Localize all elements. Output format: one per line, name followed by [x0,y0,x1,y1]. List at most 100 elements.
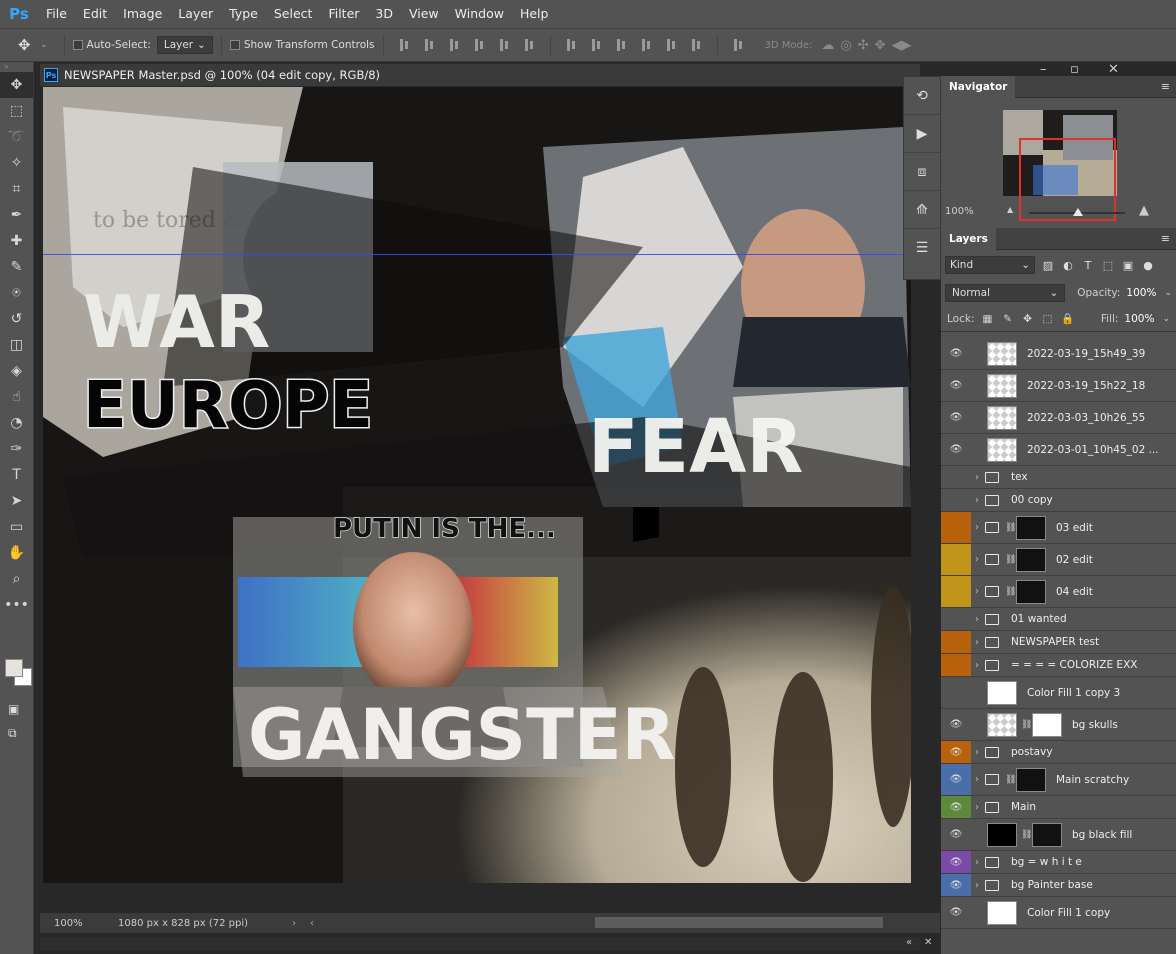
panel-menu-icon[interactable]: ≡ [1161,232,1170,245]
mask-thumbnail[interactable] [1016,579,1046,604]
distribute-bottom-icon[interactable] [614,38,629,52]
visibility-eye-icon[interactable]: 👁 [941,631,971,653]
3d-cube-icon[interactable]: ⧈ [904,153,940,191]
visibility-eye-icon[interactable]: 👁 [941,434,971,465]
menu-layer[interactable]: Layer [170,0,221,28]
layer-row[interactable]: 👁› 01 wanted [941,608,1176,631]
layers-tab[interactable]: Layers [941,227,996,250]
mask-thumbnail[interactable] [1032,712,1062,737]
chevron-right-icon[interactable]: › [971,802,983,813]
dodge-icon[interactable]: ◔ [0,410,33,436]
document-canvas[interactable]: to be tored & on trial WAR EUROPE FEAR P… [43,87,911,883]
filter-pixel-icon[interactable]: ▨ [1041,258,1055,272]
menu-type[interactable]: Type [221,0,266,28]
hand-icon[interactable]: ✋ [0,540,33,566]
lasso-icon[interactable]: ➰ [0,124,33,150]
visibility-eye-icon[interactable]: 👁 [941,512,971,543]
chevron-down-icon[interactable]: ⌄ [1164,288,1172,298]
brush-settings-icon[interactable]: ⟰ [904,191,940,229]
actions-play-icon[interactable]: ▶ [904,115,940,153]
horizontal-guide[interactable] [43,254,911,255]
menu-filter[interactable]: Filter [320,0,367,28]
lock-transparent-icon[interactable]: ▦ [980,312,994,326]
visibility-eye-icon[interactable]: 👁 [941,851,971,873]
filter-adjustment-icon[interactable]: ◐ [1061,258,1075,272]
chevron-right-icon[interactable]: › [971,495,983,506]
chevron-right-icon[interactable]: › [971,472,983,483]
collapse-icon[interactable]: » [0,62,33,72]
brush-icon[interactable]: ✎ [0,254,33,280]
visibility-eye-icon[interactable]: 👁 [941,608,971,630]
visibility-eye-icon[interactable]: 👁 [941,741,971,763]
auto-select-dropdown[interactable]: Layer ⌄ [156,36,213,54]
transform-controls-checkbox[interactable] [229,40,240,50]
rectangle-icon[interactable]: ▭ [0,514,33,540]
scroll-left-icon[interactable]: ‹ [310,918,324,929]
visibility-eye-icon[interactable]: 👁 [941,764,971,795]
filter-kind-dropdown[interactable]: Kind ⌄ [945,256,1035,274]
minimize-icon[interactable]: – [1040,62,1047,77]
mask-thumbnail[interactable] [1032,822,1062,847]
menu-help[interactable]: Help [512,0,557,28]
chevron-right-icon[interactable]: › [971,747,983,758]
layer-row[interactable]: 👁 Color Fill 1 copy [941,897,1176,929]
layer-row[interactable]: 👁 ⛓ bg skulls [941,709,1176,741]
screen-mode-icon[interactable]: ⧉ [8,726,17,741]
marquee-icon[interactable]: ⬚ [0,98,33,124]
maximize-icon[interactable]: ▫ [1070,62,1079,77]
close-icon[interactable]: ✕ [924,937,932,948]
expand-icon[interactable]: « [906,937,912,948]
mask-thumbnail[interactable] [1016,515,1046,540]
link-icon[interactable]: ⛓ [1005,555,1016,565]
horizontal-scrollbar-thumb[interactable] [595,917,883,928]
distribute-top-icon[interactable] [564,38,579,52]
history-brush-icon[interactable]: ↺ [0,306,33,332]
quick-select-icon[interactable]: ✧ [0,150,33,176]
layer-row[interactable]: 👁 Color Fill 1 copy 3 [941,677,1176,709]
healing-icon[interactable]: ✚ [0,228,33,254]
align-hcenter-icon[interactable] [497,38,512,52]
bucket-icon[interactable]: ◈ [0,358,33,384]
link-icon[interactable]: ⛓ [1005,523,1016,533]
scale-3d-icon[interactable]: ◀▶ [892,38,912,53]
distribute-vcenter-icon[interactable] [589,38,604,52]
navigator-tab[interactable]: Navigator [941,75,1016,98]
layer-row[interactable]: 👁› tex [941,466,1176,489]
layer-row[interactable]: 👁 › ⛓ Main scratchy [941,764,1176,796]
chevron-right-icon[interactable]: › [971,774,983,785]
quick-mask-icon[interactable]: ▣ [8,702,19,716]
menu-edit[interactable]: Edit [75,0,115,28]
opacity-value[interactable]: 100% [1126,287,1156,299]
lock-image-icon[interactable]: ✎ [1000,312,1014,326]
visibility-eye-icon[interactable]: 👁 [941,576,971,607]
history-icon[interactable]: ⟲ [904,77,940,115]
layer-row[interactable]: 👁 2022-03-01_10h45_02 ... [941,434,1176,466]
layer-row[interactable]: 👁 › postavy [941,741,1176,764]
foreground-color-swatch[interactable] [5,659,23,677]
visibility-eye-icon[interactable]: 👁 [941,544,971,575]
mask-thumbnail[interactable] [1016,767,1046,792]
menu-window[interactable]: Window [447,0,512,28]
visibility-eye-icon[interactable]: 👁 [941,654,971,676]
slide-3d-icon[interactable]: ✥ [875,38,886,53]
visibility-eye-icon[interactable]: 👁 [941,819,971,850]
lock-all-icon[interactable]: 🔒 [1060,312,1074,326]
move-tool-preset-icon[interactable]: ✥ [18,36,40,54]
visibility-eye-icon[interactable]: 👁 [941,677,971,708]
align-top-icon[interactable] [397,38,412,52]
eyedropper-icon[interactable]: ✒ [0,202,33,228]
visibility-eye-icon[interactable]: 👁 [941,402,971,433]
status-zoom[interactable]: 100% [40,918,92,929]
chevron-right-icon[interactable]: › [971,637,983,648]
layer-row[interactable]: 👁 ⛓ bg black fill [941,819,1176,851]
chevron-right-icon[interactable]: › [971,857,983,868]
chevron-down-icon[interactable]: ⌄ [40,40,48,50]
lock-position-icon[interactable]: ✥ [1020,312,1034,326]
link-icon[interactable]: ⛓ [1005,775,1016,785]
layer-row[interactable]: 👁 › bg Painter base [941,874,1176,897]
properties-icon[interactable]: ☰ [904,229,940,267]
zoom-out-icon[interactable]: ▲ [1007,205,1013,214]
rotate-3d-icon[interactable]: ☁ [821,38,834,53]
mask-thumbnail[interactable] [1016,547,1046,572]
layer-row[interactable]: 👁 2022-03-03_10h26_55 [941,402,1176,434]
